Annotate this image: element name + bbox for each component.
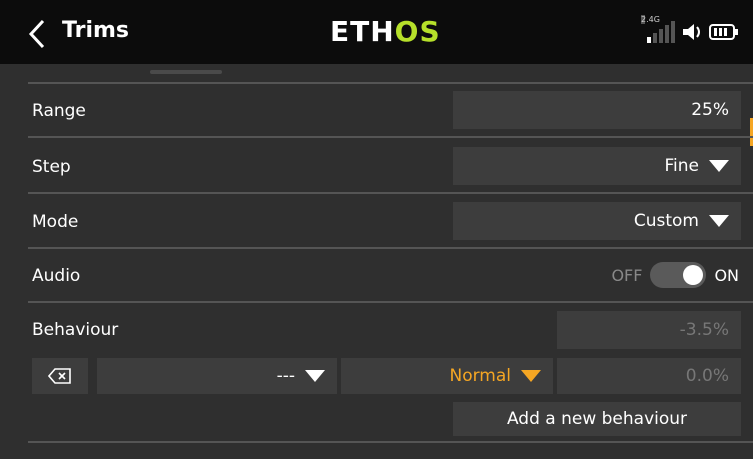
divider <box>28 192 753 194</box>
dropdown-arrow-icon <box>709 160 729 172</box>
divider <box>28 441 753 443</box>
dropdown-arrow-icon <box>521 370 541 382</box>
step-label: Step <box>32 157 71 177</box>
ethos-logo: ETHOS <box>330 15 441 48</box>
page-title: Trims <box>62 18 129 43</box>
status-icons: 2.4G <box>641 15 739 46</box>
dropdown-arrow-icon <box>305 370 325 382</box>
range-label: Range <box>32 101 86 121</box>
signal-icon: 2.4G <box>641 15 675 43</box>
divider <box>28 82 753 84</box>
audio-label: Audio <box>32 266 81 286</box>
audio-on-label: ON <box>714 265 739 285</box>
title-bar: Trims ETHOS 2.4G <box>0 0 753 64</box>
behaviour-value-field[interactable]: -3.5% <box>557 311 741 349</box>
behaviour-label: Behaviour <box>32 320 119 340</box>
battery-icon <box>709 24 738 40</box>
behaviour-type-value: Normal <box>449 366 511 386</box>
divider <box>28 301 753 303</box>
toggle-switch[interactable] <box>650 262 707 288</box>
chevron-left-icon <box>28 19 45 49</box>
behaviour-type-dropdown[interactable]: Normal <box>341 358 553 394</box>
mode-value: Custom <box>633 211 699 231</box>
backspace-icon <box>48 368 71 384</box>
range-field[interactable]: 25% <box>453 91 741 129</box>
scroll-grip <box>150 70 222 74</box>
toggle-knob <box>683 265 704 285</box>
range-value: 25% <box>691 100 729 120</box>
behaviour-source-dropdown[interactable]: --- <box>97 358 337 394</box>
divider <box>28 136 753 138</box>
signal-band-label: 2.4G <box>641 15 660 24</box>
divider <box>28 247 753 249</box>
logo-main: ETH <box>330 15 395 48</box>
step-dropdown[interactable]: Fine <box>453 147 741 185</box>
delete-behaviour-button[interactable] <box>32 358 88 394</box>
behaviour-amount-field[interactable]: 0.0% <box>557 358 741 394</box>
behaviour-value: -3.5% <box>679 320 729 340</box>
mode-label: Mode <box>32 212 79 232</box>
back-button[interactable] <box>22 16 52 52</box>
mode-dropdown[interactable]: Custom <box>453 202 741 240</box>
add-behaviour-button[interactable]: Add a new behaviour <box>453 402 741 436</box>
audio-toggle[interactable]: OFF ON <box>611 262 739 288</box>
step-value: Fine <box>664 156 700 176</box>
speaker-icon <box>683 24 700 40</box>
behaviour-source-value: --- <box>276 366 295 386</box>
dropdown-arrow-icon <box>709 215 729 227</box>
logo-accent: OS <box>394 15 441 48</box>
behaviour-amount-value: 0.0% <box>685 366 729 386</box>
audio-off-label: OFF <box>611 265 643 285</box>
